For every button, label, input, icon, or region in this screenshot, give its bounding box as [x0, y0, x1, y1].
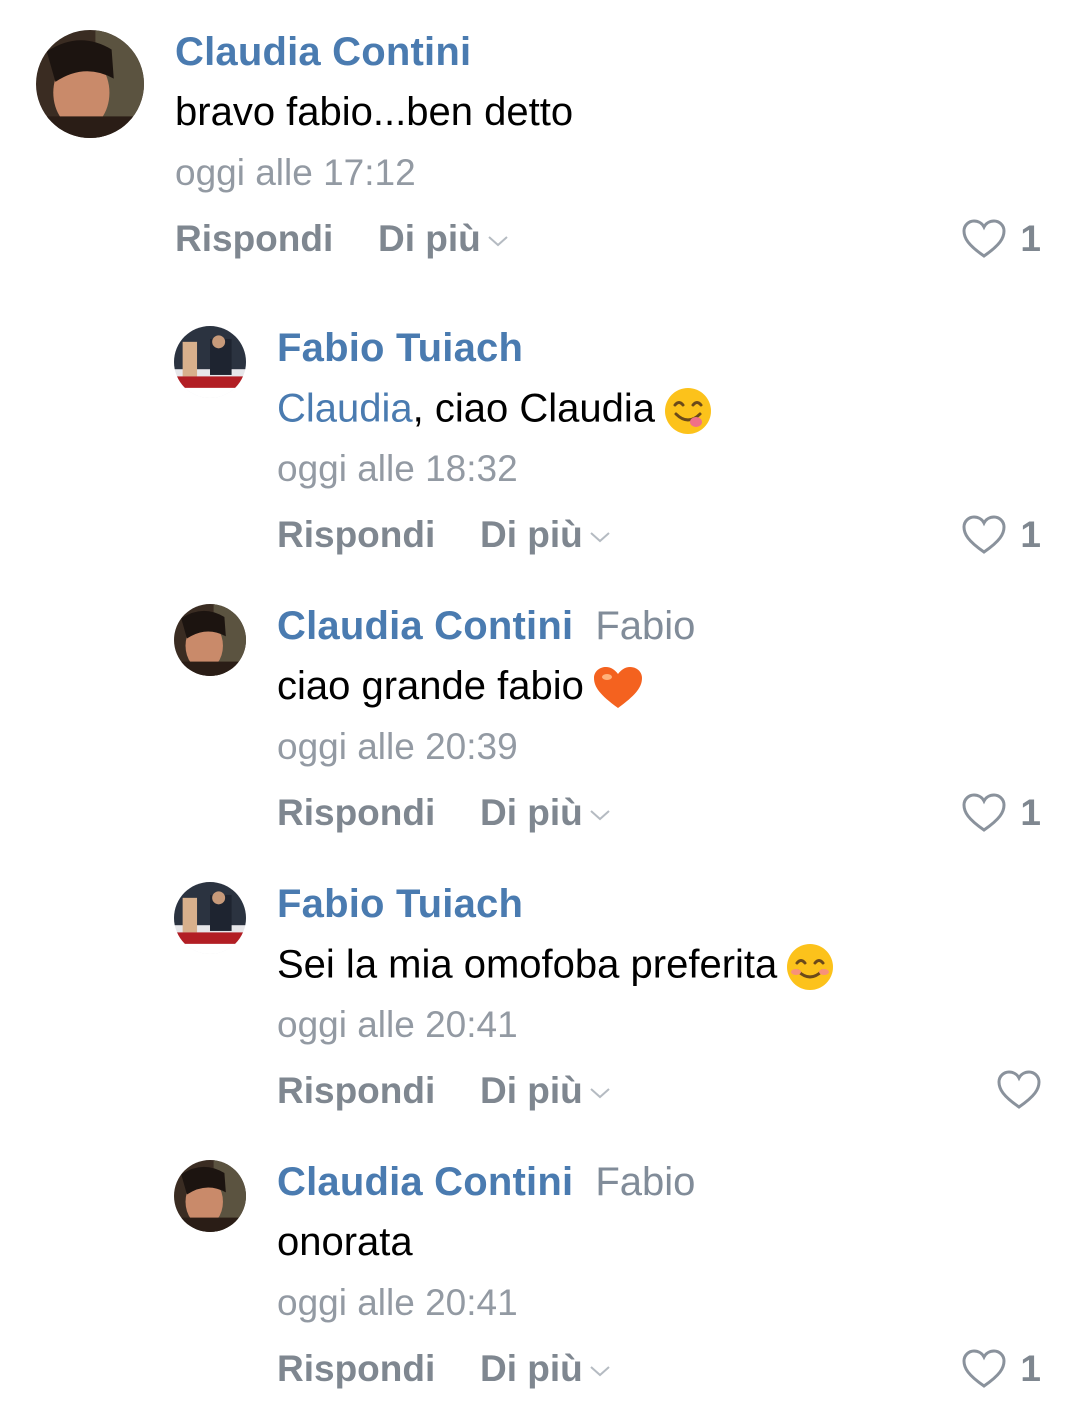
author-name[interactable]: Claudia Contini [277, 1160, 573, 1204]
reply-button[interactable]: Rispondi [277, 514, 435, 556]
comment-text: onorata [277, 1220, 413, 1264]
heart-icon [962, 793, 1006, 832]
author-name[interactable]: Fabio Tuiach [277, 326, 523, 370]
reply-to-name[interactable]: Fabio [595, 604, 695, 648]
comment-body: ciao grande fabio [277, 664, 584, 708]
timestamp: oggi alle 20:41 [277, 1004, 518, 1045]
chevron-down-icon [590, 532, 610, 543]
reply-button[interactable]: Rispondi [277, 1348, 435, 1390]
more-label: Di più [378, 218, 481, 259]
comment-text: ciao grande fabio [277, 664, 644, 711]
chevron-down-icon [488, 236, 508, 247]
heart-icon [962, 219, 1006, 258]
like-count: 1 [1020, 218, 1041, 259]
avatar[interactable] [174, 326, 246, 398]
smiling-face-emoji [787, 944, 834, 990]
avatar[interactable] [174, 604, 246, 676]
avatar[interactable] [174, 882, 246, 954]
author-line: Fabio Tuiach [277, 326, 523, 371]
author-line: Fabio Tuiach [277, 882, 523, 927]
more-label: Di più [480, 514, 583, 555]
like-count: 1 [1020, 1348, 1041, 1389]
chevron-down-icon [590, 1088, 610, 1099]
timestamp: oggi alle 17:12 [175, 152, 416, 193]
timestamp: oggi alle 18:32 [277, 448, 518, 489]
like-count: 1 [1020, 514, 1041, 555]
like-button[interactable]: 1 [962, 514, 1041, 556]
comment-body: Sei la mia omofoba preferita [277, 942, 778, 987]
more-button[interactable]: Di più [378, 218, 509, 260]
comment-text: bravo fabio...ben detto [175, 90, 574, 134]
like-count: 1 [1020, 792, 1041, 833]
more-label: Di più [480, 1070, 583, 1111]
timestamp: oggi alle 20:39 [277, 726, 518, 767]
author-name[interactable]: Claudia Contini [175, 30, 471, 74]
author-line: Claudia Contini [175, 30, 471, 75]
more-button[interactable]: Di più [480, 1348, 611, 1390]
like-button[interactable]: 1 [962, 1348, 1041, 1390]
reply-to-name[interactable]: Fabio [595, 1160, 695, 1204]
heart-icon [997, 1070, 1041, 1109]
more-label: Di più [480, 792, 583, 833]
orange-heart-emoji [593, 667, 642, 709]
more-button[interactable]: Di più [480, 792, 611, 834]
author-name[interactable]: Claudia Contini [277, 604, 573, 648]
timestamp: oggi alle 20:41 [277, 1282, 518, 1323]
heart-icon [962, 515, 1006, 554]
chevron-down-icon [590, 810, 610, 821]
yum-face-emoji [665, 388, 712, 434]
more-button[interactable]: Di più [480, 514, 611, 556]
mention-link[interactable]: Claudia [277, 387, 413, 431]
comment-text: Sei la mia omofoba preferita [277, 942, 835, 992]
comment-body: , ciao Claudia [412, 386, 656, 431]
reply-button[interactable]: Rispondi [277, 1070, 435, 1112]
reply-button[interactable]: Rispondi [277, 792, 435, 834]
author-line: Claudia Contini Fabio [277, 1160, 695, 1205]
heart-icon [962, 1349, 1006, 1388]
comment-text: Claudia, ciao Claudia [277, 386, 713, 436]
author-line: Claudia Contini Fabio [277, 604, 695, 649]
more-label: Di più [480, 1348, 583, 1389]
reply-button[interactable]: Rispondi [175, 218, 333, 260]
like-button[interactable]: 1 [962, 218, 1041, 260]
like-button[interactable] [997, 1070, 1041, 1110]
like-button[interactable]: 1 [962, 792, 1041, 834]
avatar[interactable] [36, 30, 144, 138]
more-button[interactable]: Di più [480, 1070, 611, 1112]
author-name[interactable]: Fabio Tuiach [277, 882, 523, 926]
chevron-down-icon [590, 1366, 610, 1377]
avatar[interactable] [174, 1160, 246, 1232]
